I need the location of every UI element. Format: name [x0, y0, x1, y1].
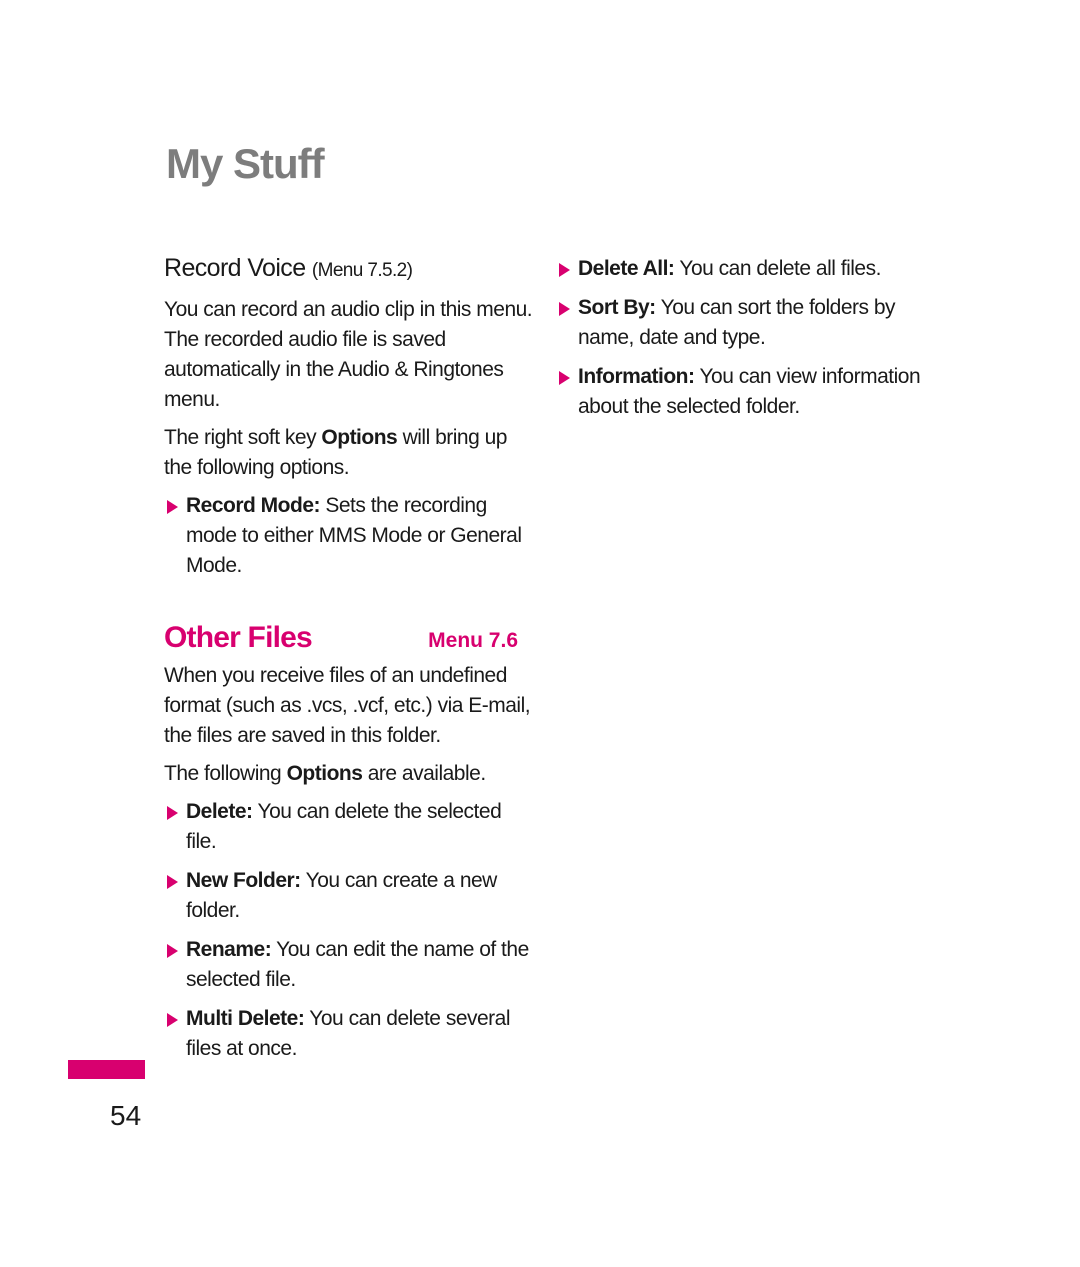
- left-column: Record Voice (Menu 7.5.2) You can record…: [164, 254, 534, 1073]
- record-voice-menu-ref: (Menu 7.5.2): [311, 260, 413, 281]
- options-keyword: Options: [286, 762, 363, 785]
- page-number: 54: [110, 1100, 142, 1131]
- record-voice-heading: Record Voice (Menu 7.5.2): [164, 254, 534, 283]
- triangle-bullet-icon: [167, 875, 178, 889]
- bullet-multi-delete: Multi Delete: You can delete several fil…: [164, 1004, 534, 1064]
- triangle-bullet-icon: [167, 1013, 178, 1027]
- other-files-intro: When you receive files of an undefined f…: [164, 664, 531, 747]
- triangle-bullet-icon: [559, 263, 570, 277]
- bullet-new-folder: New Folder: You can create a new folder.: [164, 866, 534, 926]
- record-voice-intro: You can record an audio clip in this men…: [164, 298, 533, 411]
- bullet-label: Information:: [578, 365, 695, 388]
- bullet-label: Sort By:: [578, 296, 656, 319]
- triangle-bullet-icon: [167, 806, 178, 820]
- bullet-label: Rename:: [186, 938, 272, 961]
- record-voice-title: Record Voice: [164, 254, 306, 282]
- text: The right soft key: [164, 426, 322, 449]
- text: are available.: [362, 762, 486, 785]
- triangle-bullet-icon: [167, 500, 178, 514]
- bullet-record-mode: Record Mode: Sets the recording mode to …: [164, 491, 534, 581]
- other-files-options-text: The following Options are available.: [164, 759, 534, 789]
- record-voice-options-text: The right soft key Options will bring up…: [164, 423, 534, 483]
- options-keyword: Options: [321, 426, 398, 449]
- bullet-rename: Rename: You can edit the name of the sel…: [164, 935, 534, 995]
- bullet-text: You can delete all files.: [674, 257, 881, 280]
- other-files-title: Other Files: [164, 621, 313, 654]
- text: The following: [164, 762, 287, 785]
- bullet-sort-by: Sort By: You can sort the folders by nam…: [556, 293, 926, 353]
- bullet-delete-all: Delete All: You can delete all files.: [556, 254, 926, 284]
- bullet-label: New Folder:: [186, 869, 301, 892]
- bullet-label: Delete All:: [578, 257, 675, 280]
- triangle-bullet-icon: [559, 302, 570, 316]
- bullet-information: Information: You can view information ab…: [556, 362, 926, 422]
- bullet-label: Delete:: [186, 800, 253, 823]
- bullet-label: Multi Delete:: [186, 1007, 305, 1030]
- triangle-bullet-icon: [559, 371, 570, 385]
- other-files-menu-ref: Menu 7.6: [428, 629, 518, 652]
- other-files-heading: Other Files Menu 7.6: [164, 621, 518, 655]
- right-column: Delete All: You can delete all files. So…: [556, 254, 926, 431]
- page-accent-bar: [68, 1060, 145, 1079]
- page-title: My Stuff: [166, 140, 325, 187]
- bullet-label: Record Mode:: [186, 494, 321, 517]
- triangle-bullet-icon: [167, 944, 178, 958]
- bullet-delete: Delete: You can delete the selected file…: [164, 797, 534, 857]
